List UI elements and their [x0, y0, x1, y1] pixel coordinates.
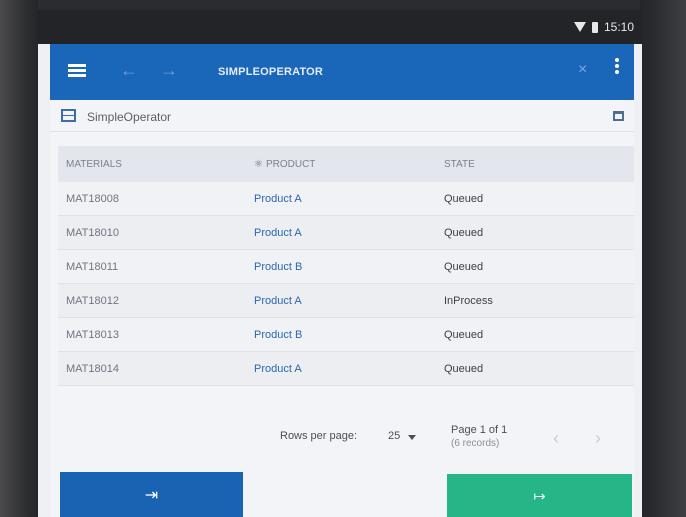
battery-icon [591, 21, 598, 33]
cell-material: MAT18014 [66, 362, 119, 375]
table-header: MATERIALS ⚛ PRODUCT STATE [58, 146, 634, 182]
grid-icon [61, 109, 76, 122]
panel-header: SimpleOperator [50, 100, 634, 132]
dropdown-icon[interactable] [408, 435, 416, 440]
cell-product[interactable]: Product A [250, 295, 444, 307]
close-icon[interactable]: × [578, 61, 587, 79]
menu-icon[interactable] [68, 64, 86, 78]
cell-state: InProcess [444, 294, 493, 307]
cell-product[interactable]: Product A [250, 193, 444, 205]
cell-product[interactable]: Product B [250, 261, 444, 273]
cell-product[interactable]: Product A [250, 227, 444, 239]
cell-product[interactable]: Product B [250, 329, 444, 341]
rows-per-page-label: Rows per page: [280, 430, 358, 442]
cell-product[interactable]: Product A [250, 363, 444, 375]
cell-state: Queued [444, 328, 484, 341]
panel-title: SimpleOperator [87, 110, 172, 124]
cell-state: Queued [444, 260, 484, 273]
table-row[interactable]: MAT18014 Product A Queued [58, 352, 634, 386]
app-bar: ← → SIMPLEOPERATOR × [50, 44, 634, 100]
cell-material: MAT18010 [66, 226, 119, 239]
record-count: (6 records) [451, 438, 500, 449]
header-materials[interactable]: MATERIALS [58, 159, 250, 170]
more-vert-icon[interactable] [615, 58, 619, 74]
content-panel: SimpleOperator MATERIALS ⚛ PRODUCT STATE … [50, 100, 634, 517]
pagination-bar: Rows per page: 25 Page 1 of 1 (6 records… [50, 420, 634, 460]
table-row[interactable]: MAT18013 Product B Queued [58, 318, 634, 352]
cell-state: Queued [444, 362, 484, 375]
status-time: 15:10 [603, 20, 634, 34]
chevron-left-icon[interactable]: ‹ [553, 428, 559, 449]
device-screen: 15:10 ← → SIMPLEOPERATOR × SimpleOperato… [38, 10, 642, 517]
status-bar: 15:10 [38, 10, 642, 44]
chevron-right-icon[interactable]: › [595, 428, 601, 449]
device-bezel-right [640, 0, 686, 517]
device-bezel-left [0, 0, 38, 517]
app-title: SIMPLEOPERATOR [218, 66, 324, 78]
cell-material: MAT18008 [66, 192, 119, 205]
cell-state: Queued [444, 192, 484, 205]
page-count: Page 1 of 1 [451, 424, 508, 436]
header-state[interactable]: STATE [444, 159, 634, 170]
calendar-icon[interactable] [613, 111, 624, 121]
table-row[interactable]: MAT18008 Product A Queued [58, 182, 634, 216]
forward-arrow-icon[interactable]: → [160, 60, 178, 81]
cell-material: MAT18011 [66, 260, 119, 273]
table-row[interactable]: MAT18010 Product A Queued [58, 216, 634, 250]
product-icon: ⚛ [254, 158, 263, 170]
table-row[interactable]: MAT18012 Product A InProcess [58, 284, 634, 318]
wifi-icon [573, 22, 586, 32]
header-product[interactable]: ⚛ PRODUCT [250, 159, 444, 170]
step-in-icon: ⇥ [144, 486, 159, 504]
back-arrow-icon[interactable]: ← [120, 60, 138, 81]
step-out-icon: ↦ [533, 487, 546, 505]
cell-material: MAT18012 [66, 294, 119, 307]
page-info: Page 1 of 1 (6 records) [451, 424, 507, 450]
start-button[interactable]: ⇥ [60, 472, 243, 517]
rows-per-page-select[interactable]: 25 [388, 430, 400, 442]
complete-button[interactable]: ↦ [447, 474, 632, 517]
materials-table: MATERIALS ⚛ PRODUCT STATE MAT18008 Produc… [58, 146, 634, 386]
cell-material: MAT18013 [66, 328, 119, 341]
table-row[interactable]: MAT18011 Product B Queued [58, 250, 634, 284]
cell-state: Queued [444, 226, 484, 239]
header-product-label: PRODUCT [265, 158, 316, 170]
